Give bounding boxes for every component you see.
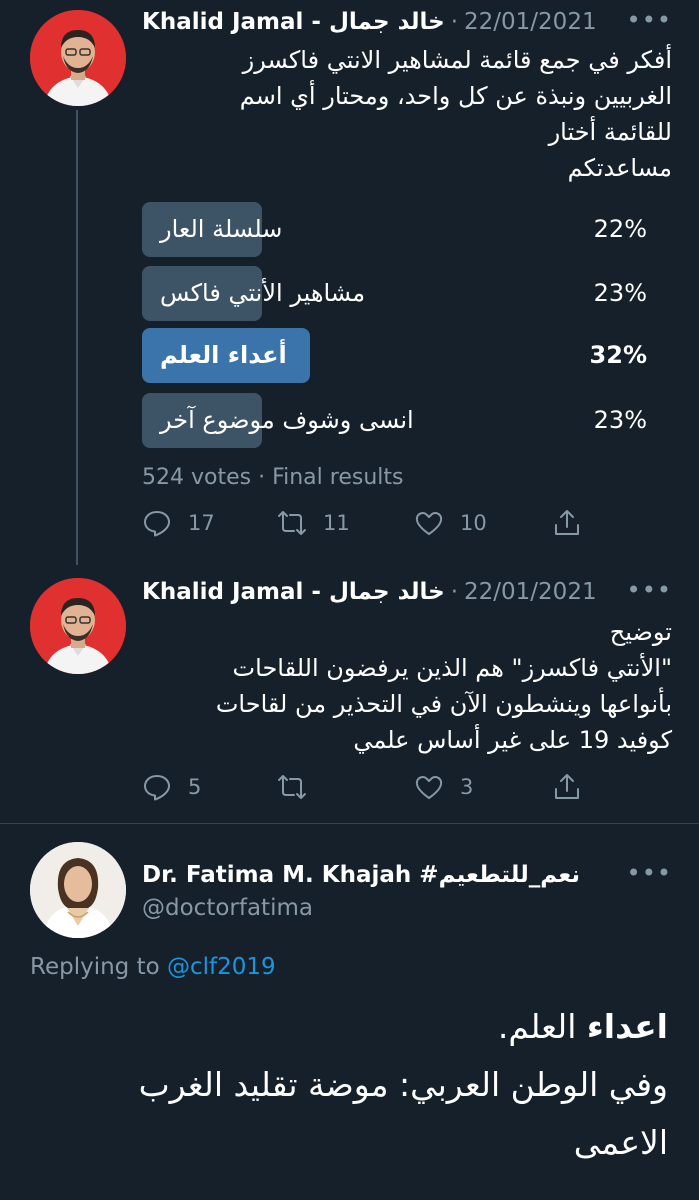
poll-option-percent: 22% xyxy=(593,215,647,243)
replying-to-link[interactable]: @clf2019 xyxy=(167,954,276,980)
thread-line xyxy=(76,110,78,565)
poll-option-label: انسى وشوف موضوع آخر xyxy=(160,406,414,434)
share-button[interactable] xyxy=(552,503,598,543)
avatar[interactable] xyxy=(30,578,126,674)
poll-option: مشاهير الأنتي فاكس 23% xyxy=(142,266,647,321)
avatar-khalid-icon xyxy=(30,10,126,106)
tweet-header: Khalid Jamal - خالد جمال · 22/01/2021 ••… xyxy=(142,2,672,42)
reply-text-rest: العلم. xyxy=(497,1007,587,1046)
tweet-actions: 17 11 10 xyxy=(142,503,662,543)
poll-option-winner: أعداء العلم 32% xyxy=(142,328,647,383)
like-count: 10 xyxy=(460,511,487,535)
poll-option-label: سلسلة العار xyxy=(160,215,283,243)
tweet-text-line: بأنواعها وينشطون الآن في التحذير من لقاح… xyxy=(215,690,672,718)
avatar-fatima-icon xyxy=(30,842,126,938)
more-options-icon[interactable]: ••• xyxy=(627,6,672,34)
tweet-text: توضيح "الأنتي فاكسرز" هم الذين يرفضون ال… xyxy=(142,614,672,758)
poll-option-label: أعداء العلم xyxy=(160,341,287,369)
tweet-text-line: أفكر في جمع قائمة لمشاهير الانتي فاكسرز xyxy=(242,46,672,74)
reply-count: 17 xyxy=(188,511,215,535)
more-options-icon[interactable]: ••• xyxy=(627,576,672,604)
tweet-date[interactable]: 22/01/2021 xyxy=(464,579,597,605)
reply-button[interactable]: 17 xyxy=(142,503,215,543)
heart-icon xyxy=(415,512,443,535)
separator-dot: · xyxy=(450,579,459,605)
avatar[interactable] xyxy=(30,10,126,106)
poll-option-percent: 23% xyxy=(593,279,647,307)
retweet-button[interactable] xyxy=(277,767,323,807)
tweet-text-line: توضيح xyxy=(609,618,672,646)
tweet-text-line: مساعدتكم xyxy=(567,154,672,182)
reply-text: اعداء العلم. وفي الوطن العربي: موضة تقلي… xyxy=(30,998,668,1172)
reply-icon xyxy=(144,775,170,801)
tweet-actions: 5 3 xyxy=(142,767,662,807)
separator-dot: · xyxy=(450,9,459,35)
author-name[interactable]: Khalid Jamal - خالد جمال xyxy=(142,9,445,35)
poll-summary: 524 votes · Final results xyxy=(142,465,404,490)
poll-option: سلسلة العار 22% xyxy=(142,202,647,257)
tweet-text-line: كوفيد 19 على غير أساس علمي xyxy=(353,726,672,754)
author-name[interactable]: Dr. Fatima M. Khajah #نعم_للتطعيم xyxy=(142,862,580,888)
tweet-text-line: الغربيين ونبذة عن كل واحد، ومحتار أي اسم xyxy=(239,82,672,110)
poll-option: انسى وشوف موضوع آخر 23% xyxy=(142,393,647,448)
poll-option-label: مشاهير الأنتي فاكس xyxy=(160,279,366,307)
reply-text-line: الاعمى xyxy=(573,1123,668,1162)
tweet-text-line: "الأنتي فاكسرز" هم الذين يرفضون اللقاحات xyxy=(232,654,672,682)
reply-header: Dr. Fatima M. Khajah #نعم_للتطعيم ••• xyxy=(142,855,672,895)
share-button[interactable] xyxy=(552,767,598,807)
poll-option-percent: 32% xyxy=(589,341,647,369)
heart-icon xyxy=(415,776,443,799)
tweet-text-line: للقائمة أختار xyxy=(548,118,672,146)
retweet-button[interactable]: 11 xyxy=(277,503,350,543)
reply-button[interactable]: 5 xyxy=(142,767,201,807)
reply-bold-word: اعداء xyxy=(586,1007,668,1046)
avatar[interactable] xyxy=(30,842,126,938)
retweet-icon xyxy=(278,511,306,535)
reply-icon xyxy=(144,511,170,537)
avatar-khalid-icon xyxy=(30,578,126,674)
reply-text-line: وفي الوطن العربي: موضة تقليد الغرب xyxy=(138,1065,668,1104)
author-handle[interactable]: @doctorfatima xyxy=(142,895,313,921)
like-count: 3 xyxy=(460,775,474,799)
tweet-text: أفكر في جمع قائمة لمشاهير الانتي فاكسرز … xyxy=(142,42,672,186)
share-icon xyxy=(555,510,579,535)
replying-to: Replying to @clf2019 xyxy=(30,954,276,980)
share-icon xyxy=(555,774,579,799)
replying-to-label: Replying to xyxy=(30,954,160,980)
tweet-header: Khalid Jamal - خالد جمال · 22/01/2021 ••… xyxy=(142,572,672,612)
tweet-date[interactable]: 22/01/2021 xyxy=(464,9,597,35)
divider xyxy=(0,823,699,824)
retweet-icon xyxy=(278,775,306,799)
reply-count: 5 xyxy=(188,775,202,799)
like-button[interactable]: 10 xyxy=(414,503,487,543)
reply-text-line: اعداء العلم. xyxy=(30,998,668,1056)
more-options-icon[interactable]: ••• xyxy=(627,859,672,887)
retweet-count: 11 xyxy=(323,511,350,535)
author-name[interactable]: Khalid Jamal - خالد جمال xyxy=(142,579,445,605)
like-button[interactable]: 3 xyxy=(414,767,473,807)
poll-option-percent: 23% xyxy=(593,406,647,434)
